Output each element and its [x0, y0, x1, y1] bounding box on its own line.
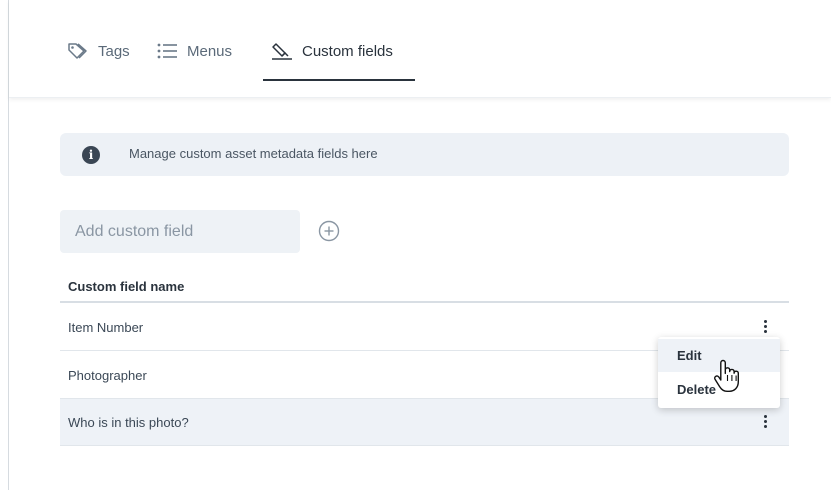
tab-custom-fields[interactable]: Custom fields: [271, 38, 393, 64]
tab-tags[interactable]: Tags: [67, 38, 130, 64]
info-banner: i Manage custom asset metadata fields he…: [60, 133, 789, 176]
tab-custom-fields-label: Custom fields: [302, 42, 393, 60]
row-field-name: Who is in this photo?: [68, 415, 189, 430]
info-icon: i: [82, 146, 100, 164]
list-icon: [157, 43, 177, 59]
add-custom-field-input[interactable]: [60, 210, 300, 253]
hand-pointer-cursor-icon: [714, 359, 739, 392]
tag-icon: [68, 43, 87, 59]
header-divider: [60, 301, 789, 303]
tab-menus[interactable]: Menus: [156, 38, 232, 64]
plus-circle-icon[interactable]: [318, 220, 340, 242]
custom-fields-icon: [272, 43, 292, 60]
more-options-icon[interactable]: [758, 413, 772, 433]
row-field-name: Photographer: [68, 368, 147, 383]
tab-bar: Tags Menus Custom fields: [9, 0, 831, 98]
tab-menus-label: Menus: [187, 42, 233, 60]
info-text: Manage custom asset metadata fields here: [129, 146, 378, 161]
tab-tags-label: Tags: [98, 42, 130, 60]
row-field-name: Item Number: [68, 320, 144, 335]
column-header-custom-field-name: Custom field name: [68, 279, 185, 294]
more-options-icon[interactable]: [758, 318, 772, 338]
active-tab-indicator: [263, 79, 415, 81]
